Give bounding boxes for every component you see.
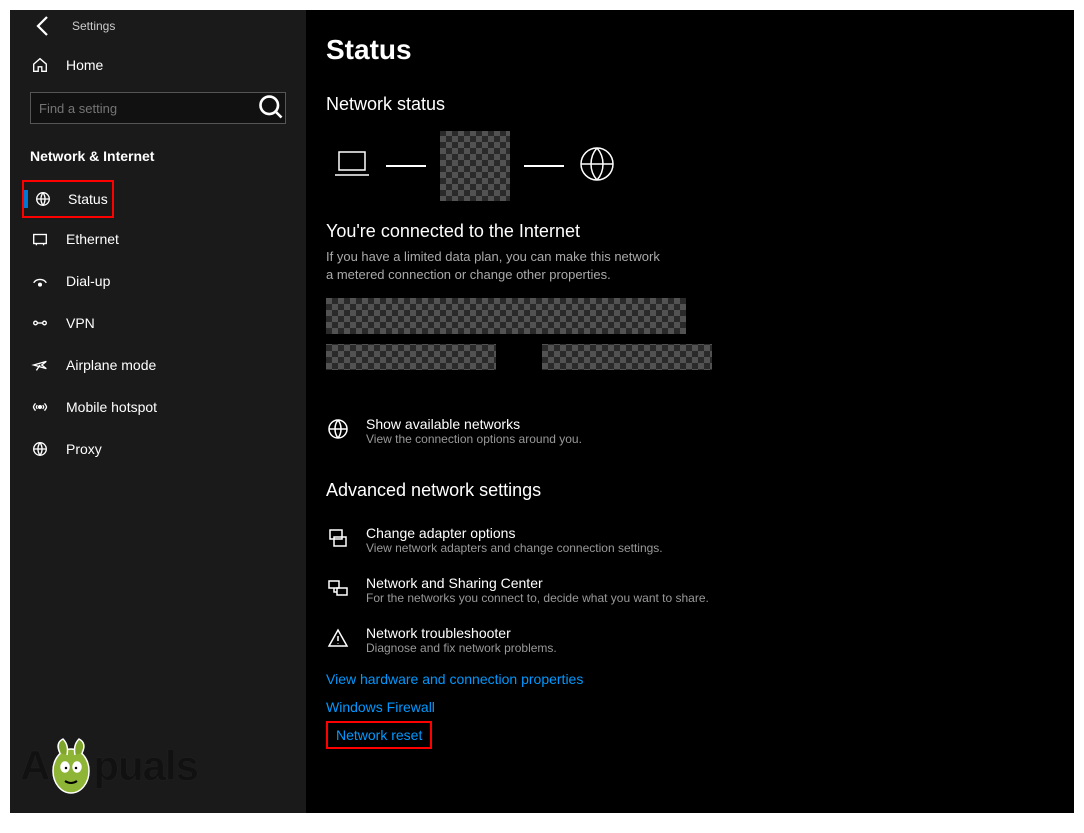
search-icon bbox=[257, 93, 285, 124]
redacted-row bbox=[326, 344, 1054, 380]
network-reset-link[interactable]: Network reset bbox=[326, 721, 432, 749]
app-title: Settings bbox=[72, 19, 115, 33]
nav-label: Airplane mode bbox=[66, 357, 156, 373]
redacted-network-info bbox=[326, 298, 686, 334]
diagram-line bbox=[386, 165, 426, 167]
home-icon bbox=[30, 56, 50, 74]
home-label: Home bbox=[66, 57, 103, 73]
redacted-block bbox=[326, 344, 496, 370]
sidebar: Settings Home Network & Internet Status bbox=[10, 10, 306, 813]
option-title: Show available networks bbox=[366, 416, 582, 432]
option-title: Network and Sharing Center bbox=[366, 575, 709, 591]
redacted-block bbox=[542, 344, 712, 370]
nav-label: Mobile hotspot bbox=[66, 399, 157, 415]
globe-icon bbox=[326, 416, 350, 440]
windows-firewall-link[interactable]: Windows Firewall bbox=[326, 693, 435, 721]
network-troubleshooter[interactable]: Network troubleshooter Diagnose and fix … bbox=[326, 615, 1054, 665]
dialup-icon bbox=[30, 272, 50, 290]
diagram-line bbox=[524, 165, 564, 167]
network-sharing-center[interactable]: Network and Sharing Center For the netwo… bbox=[326, 565, 1054, 615]
option-title: Network troubleshooter bbox=[366, 625, 557, 641]
hotspot-icon bbox=[30, 398, 50, 416]
change-adapter-options[interactable]: Change adapter options View network adap… bbox=[326, 515, 1054, 565]
nav-label: Ethernet bbox=[66, 231, 119, 247]
search-field[interactable] bbox=[31, 101, 257, 116]
hardware-properties-link[interactable]: View hardware and connection properties bbox=[326, 665, 583, 693]
status-icon bbox=[34, 190, 52, 208]
home-button[interactable]: Home bbox=[10, 46, 306, 84]
nav-item-dialup[interactable]: Dial-up bbox=[10, 260, 306, 302]
nav-item-status[interactable]: Status bbox=[22, 180, 114, 218]
proxy-icon bbox=[30, 440, 50, 458]
page-title: Status bbox=[326, 34, 1054, 66]
laptop-icon bbox=[332, 149, 372, 184]
network-diagram bbox=[326, 131, 1054, 201]
nav-label: Proxy bbox=[66, 441, 102, 457]
sharing-icon bbox=[326, 575, 350, 599]
nav-item-vpn[interactable]: VPN bbox=[10, 302, 306, 344]
nav-label: Status bbox=[68, 191, 108, 207]
nav-item-ethernet[interactable]: Ethernet bbox=[10, 218, 306, 260]
troubleshooter-icon bbox=[326, 625, 350, 649]
network-status-heading: Network status bbox=[326, 94, 1054, 115]
search-input[interactable] bbox=[30, 92, 286, 124]
ethernet-icon bbox=[30, 230, 50, 248]
nav-label: VPN bbox=[66, 315, 95, 331]
advanced-heading: Advanced network settings bbox=[326, 480, 1054, 501]
option-title: Change adapter options bbox=[366, 525, 663, 541]
connected-heading: You're connected to the Internet bbox=[326, 221, 1054, 242]
section-title: Network & Internet bbox=[10, 140, 306, 180]
back-icon[interactable] bbox=[32, 14, 56, 38]
connected-description: If you have a limited data plan, you can… bbox=[326, 248, 666, 284]
globe-icon bbox=[578, 145, 616, 188]
main-content: Status Network status You're connected t… bbox=[306, 10, 1074, 813]
vpn-icon bbox=[30, 314, 50, 332]
adapter-icon bbox=[326, 525, 350, 549]
nav-item-airplane[interactable]: Airplane mode bbox=[10, 344, 306, 386]
redacted-device bbox=[440, 131, 510, 201]
nav-item-proxy[interactable]: Proxy bbox=[10, 428, 306, 470]
option-subtitle: For the networks you connect to, decide … bbox=[366, 591, 709, 605]
option-subtitle: View network adapters and change connect… bbox=[366, 541, 663, 555]
header-row: Settings bbox=[10, 10, 306, 46]
show-available-networks[interactable]: Show available networks View the connect… bbox=[326, 406, 1054, 456]
nav-item-hotspot[interactable]: Mobile hotspot bbox=[10, 386, 306, 428]
option-subtitle: View the connection options around you. bbox=[366, 432, 582, 446]
airplane-icon bbox=[30, 356, 50, 374]
option-subtitle: Diagnose and fix network problems. bbox=[366, 641, 557, 655]
nav-label: Dial-up bbox=[66, 273, 110, 289]
